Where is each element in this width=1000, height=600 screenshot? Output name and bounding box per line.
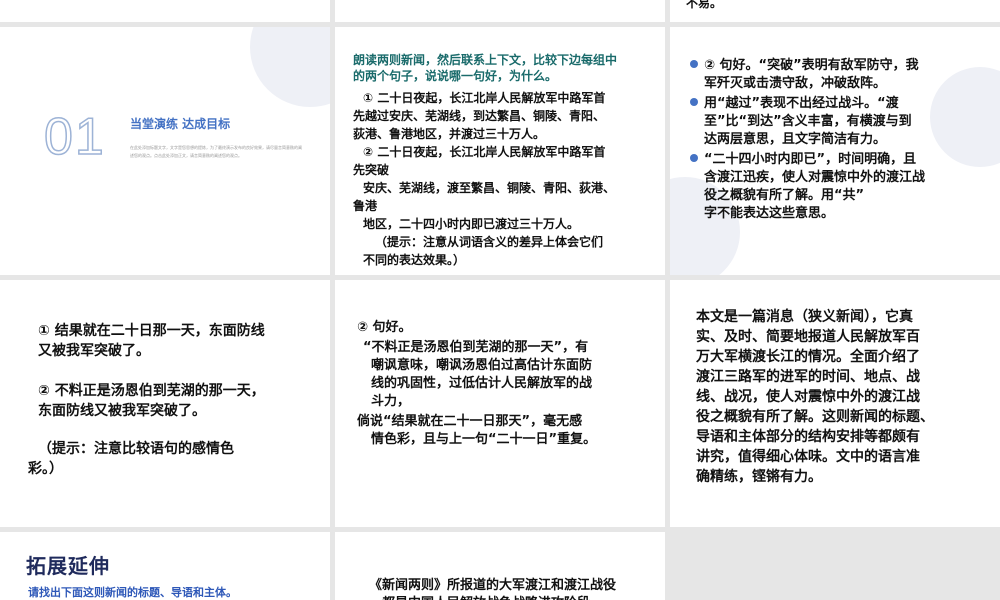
question-line-1: 先越过安庆、芜湖线，到达繁昌、铜陵、青阳、 xyxy=(353,109,606,123)
section-desc-line1: 在此处添加标题文字，文字是您思想的提炼，为了最终演示发布的良好效果，请尽量言简意… xyxy=(130,145,302,150)
summary-line-8: 确精练，铿锵有力。 xyxy=(696,469,822,485)
answer1-bullet-1: 用“越过”表现不出经过战斗。“渡 至”比“到达”含义丰富，有横渡与到 达两层意思… xyxy=(690,95,972,149)
question-line-5: 安庆、芜湖线，渡至繁昌、铜陵、青阳、荻港、 xyxy=(363,181,616,195)
question-line-6: 鲁港 xyxy=(353,199,378,213)
compare-line-1b: 又被我军突破了。 xyxy=(38,343,150,359)
answer1-line: 至”比“到达”含义丰富，有横渡与到 xyxy=(704,114,912,129)
slide-answer-2[interactable]: ② 句好。 “不料正是汤恩伯到芜湖的那一天”，有 嘲讽意味，嘲讽汤恩伯过高估计东… xyxy=(335,280,665,527)
slide-top-right[interactable]: 不易。 xyxy=(670,0,1000,22)
summary-line-6: 导语和主体部分的结构安排等都颇有 xyxy=(696,429,920,445)
answer1-line: ② 句好。“突破”表明有敌军防守，我 xyxy=(704,58,919,73)
slide-summary[interactable]: 本文是一篇消息（狭义新闻），它真 实、及时、简要地报道人民解放军百 万大军横渡长… xyxy=(670,280,1000,527)
answer1-bullet-0: ② 句好。“突破”表明有敌军防守，我 军歼灭或击溃守敌，冲破敌阵。 xyxy=(690,57,972,93)
summary-line-1: 实、及时、简要地报道人民解放军百 xyxy=(696,329,920,345)
answer2-line-2: 嘲讽意味，嘲讽汤恩伯过高估计东面防 xyxy=(371,358,593,373)
answer1-bullet-2: “二十四小时内即已”，时间明确，且 含渡江迅疾，使人对震惊中外的渡江战 役之概貌… xyxy=(690,151,972,223)
summary-line-5: 役之概貌有所了解。这则新闻的标题、 xyxy=(696,409,934,425)
summary-line-7: 讲究，值得细心体味。文中的语言准 xyxy=(696,449,920,465)
compare-line-2a: ② 不料正是汤恩伯到芜湖的那一天， xyxy=(38,383,265,399)
question-line-8: （提示：注意从词语含义的差异上体会它们 xyxy=(375,235,604,249)
slide-news[interactable]: 《新闻两则》所报道的大军渡江和渡江战役 ，都是中国人民解放战争战略进攻阶段 xyxy=(335,532,665,600)
section-title: 当堂演练 达成目标 xyxy=(130,117,231,131)
compare-line-1a: ① 结果就在二十日那一天，东面防线 xyxy=(38,323,265,339)
answer2-line-5: 倘说“结果就在二十一日那天”，毫无感 xyxy=(357,414,583,429)
extend-title: 拓展延伸 xyxy=(26,554,110,578)
question-line-3: ② 二十日夜起，长江北岸人民解放军中路军首 xyxy=(363,145,606,159)
section-desc-line2: 述您的观点。点击此处添加正文，请言简意赅的阐述您的观点。 xyxy=(130,153,242,158)
bullet-dot-icon xyxy=(690,98,698,106)
answer1-line: 含渡江迅疾，使人对震惊中外的渡江战 xyxy=(704,170,926,185)
empty-slot xyxy=(670,532,1000,600)
slide-top-left[interactable] xyxy=(0,0,330,22)
summary-line-3: 渡江三路军的进军的时间、地点、战 xyxy=(696,369,920,385)
summary-line-2: 万大军横渡长江的情况。全面介绍了 xyxy=(696,349,920,365)
decor-circle xyxy=(250,27,330,107)
compare-line-2b: 东面防线又被我军突破了。 xyxy=(38,403,206,419)
news-line-2: ，都是中国人民解放战争战略进攻阶段 xyxy=(369,592,590,600)
summary-line-4: 线、战况，使人对震惊中外的渡江战 xyxy=(696,389,920,405)
bullet-dot-icon xyxy=(690,60,698,68)
slide-extend[interactable]: 拓展延伸 请找出下面这则新闻的标题、导语和主体。 xyxy=(0,532,330,600)
question-line-7: 地区，二十四小时内即已渡过三十万人。 xyxy=(363,217,580,231)
question-line-9: 不同的表达效果。） xyxy=(363,253,466,267)
slide-top-middle[interactable] xyxy=(335,0,665,22)
answer2-line-6: 情色彩，且与上一句“二十一日”重复。 xyxy=(371,432,597,447)
slide-fragment-text: 不易。 xyxy=(686,0,723,10)
answer2-line-0: ② 句好。 xyxy=(357,320,412,335)
summary-line-0: 本文是一篇消息（狭义新闻），它真 xyxy=(696,309,913,325)
question-line-0: ① 二十日夜起，长江北岸人民解放军中路军首 xyxy=(363,91,606,105)
answer2-line-1: “不料正是汤恩伯到芜湖的那一天”，有 xyxy=(363,340,589,355)
answer1-line: 役之概貌有所了解。用“共” xyxy=(704,188,865,203)
answer1-line: “二十四小时内即已”，时间明确，且 xyxy=(704,152,917,167)
compare-hint-a: （提示：注意比较语句的感情色 xyxy=(38,441,234,457)
answer2-line-3: 线的巩固性，过低估计人民解放军的战 xyxy=(371,376,593,391)
extend-subtitle: 请找出下面这则新闻的标题、导语和主体。 xyxy=(28,586,237,599)
compare-hint-b: 彩。） xyxy=(28,461,63,477)
answer2-line-4: 斗力， xyxy=(371,394,411,409)
news-line-1: 《新闻两则》所报道的大军渡江和渡江战役 xyxy=(369,578,617,593)
answer1-line: 字不能表达这些意思。 xyxy=(704,206,835,221)
section-number: 01 xyxy=(43,107,106,167)
question-line-2: 荻港、鲁港地区，并渡过三十万人。 xyxy=(353,127,546,141)
answer1-line: 军歼灭或击溃守敌，冲破敌阵。 xyxy=(704,76,887,91)
answer1-line: 用“越过”表现不出经过战斗。“渡 xyxy=(704,96,899,111)
question-line-4: 先突破 xyxy=(353,163,390,177)
slide-compare[interactable]: ① 结果就在二十日那一天，东面防线 又被我军突破了。 ② 不料正是汤恩伯到芜湖的… xyxy=(0,280,330,527)
slide-answer-1[interactable]: ② 句好。“突破”表明有敌军防守，我 军歼灭或击溃守敌，冲破敌阵。 用“越过”表… xyxy=(670,27,1000,275)
bullet-dot-icon xyxy=(690,154,698,162)
slide-question[interactable]: 朗读两则新闻，然后联系上下文，比较下边每组中 的两个句子，说说哪一句好，为什么。… xyxy=(335,27,665,275)
answer1-line: 达两层意思，且文字简洁有力。 xyxy=(704,132,887,147)
question-prompt-line2: 的两个句子，说说哪一句好，为什么。 xyxy=(353,69,558,83)
question-prompt-line1: 朗读两则新闻，然后联系上下文，比较下边每组中 xyxy=(353,53,618,67)
slide-section-title[interactable]: 01 当堂演练 达成目标 在此处添加标题文字，文字是您思想的提炼，为了最终演示发… xyxy=(0,27,330,275)
